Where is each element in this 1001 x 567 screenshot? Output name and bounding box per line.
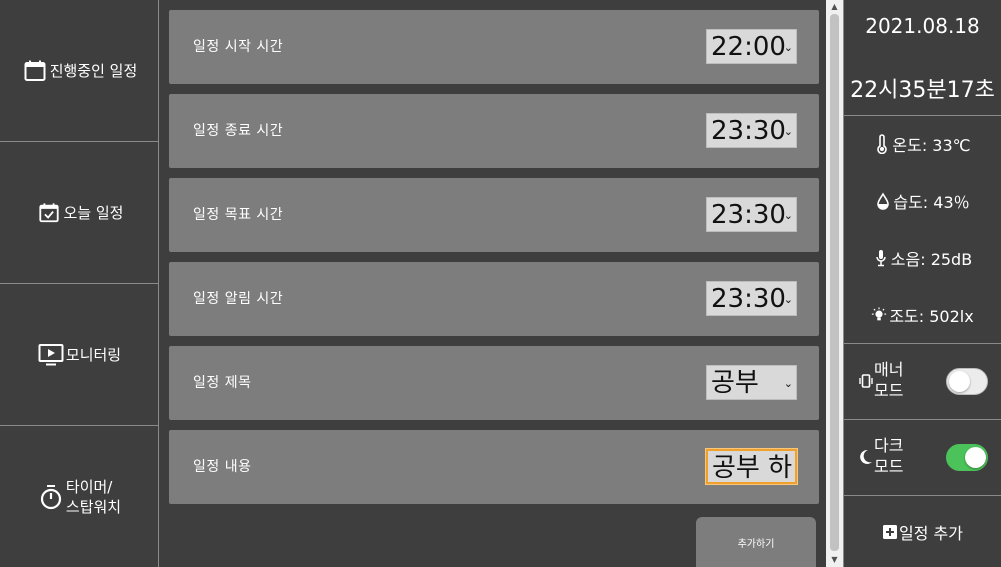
monitor-play-icon [38,342,64,368]
scroll-up-icon[interactable]: ▲ [826,0,843,14]
illuminance-reading: 조도: 502lx [844,301,1001,329]
lightbulb-icon [871,305,887,325]
add-schedule-label: 일정 추가 [899,523,963,543]
vibrate-icon [858,371,874,391]
field-label: 일정 제목 [193,375,252,391]
sidebar-item-monitoring[interactable]: 모니터링 [0,284,159,426]
sidebar-item-ongoing-schedule[interactable]: 진행중인 일정 [0,0,159,142]
title-select[interactable]: 공부 ⌄ [706,365,797,400]
select-value: 공부 [711,368,759,398]
schedule-form: 일정 시작 시간 22:00 ⌄ 일정 종료 시간 23:30 ⌄ 일정 목표 … [160,0,826,567]
divider [844,115,1001,116]
toggle-knob [965,447,986,468]
form-row-end-time: 일정 종료 시간 23:30 ⌄ [169,94,819,168]
field-label: 일정 목표 시간 [193,207,284,223]
current-date: 2021.08.18 [865,14,980,38]
status-panel: 2021.08.18 22시35분17초 온도: 33℃ 습도: 43％ 소음:… [843,0,1001,567]
start-time-select[interactable]: 22:00 ⌄ [706,29,797,64]
select-value: 23:30 [711,284,786,314]
select-value: 공부 하 [712,453,793,483]
chevron-down-icon: ⌄ [783,209,793,222]
add-button[interactable]: 추가하기 [696,517,816,567]
manner-mode-label: 매너 [874,360,904,379]
alarm-time-select[interactable]: 23:30 ⌄ [706,281,797,316]
chevron-down-icon: ⌄ [783,41,793,54]
sidebar-item-label: 모니터링 [65,345,122,364]
sidebar-item-timer-stopwatch[interactable]: 타이머/ 스탑워치 [0,426,159,567]
field-label: 일정 내용 [193,459,252,475]
form-row-goal-time: 일정 목표 시간 23:30 ⌄ [169,178,819,252]
scrollbar-thumb[interactable] [830,14,839,551]
droplet-icon [875,191,891,211]
goal-time-select[interactable]: 23:30 ⌄ [706,197,797,232]
sidebar-item-today-schedule[interactable]: 오늘 일정 [0,142,159,284]
dark-mode-label: 다크 [874,436,904,455]
form-row-title: 일정 제목 공부 ⌄ [169,346,819,420]
sidebar-item-label: 스탑워치 [65,497,122,516]
select-value: 23:30 [711,200,786,230]
add-schedule-button[interactable]: 일정 추가 [844,496,1001,567]
select-value: 23:30 [711,116,786,146]
sidebar: 진행중인 일정 오늘 일정 모니터링 타이머/ 스탑워치 [0,0,159,567]
dark-mode-row: 다크 모드 [844,420,1001,494]
chevron-down-icon: ⌄ [783,293,793,306]
humidity-reading: 습도: 43％ [844,187,1001,215]
form-row-start-time: 일정 시작 시간 22:00 ⌄ [169,10,819,84]
dark-mode-toggle[interactable] [946,444,988,471]
field-label: 일정 시작 시간 [193,39,284,55]
plus-square-icon [882,524,898,540]
field-label: 일정 종료 시간 [193,123,284,139]
temperature-reading: 온도: 33℃ [844,130,1001,158]
toggle-knob [949,371,970,392]
calendar-icon [22,58,48,84]
chevron-down-icon: ⌄ [783,377,793,390]
select-value: 22:00 [711,32,786,62]
microphone-icon [873,248,889,268]
form-row-alarm-time: 일정 알림 시간 23:30 ⌄ [169,262,819,336]
form-row-content: 일정 내용 공부 하 [169,430,819,504]
calendar-check-icon [36,200,62,226]
dark-mode-label: 모드 [874,457,904,476]
manner-mode-row: 매너 모드 [844,344,1001,418]
sidebar-item-label: 오늘 일정 [63,203,124,222]
scrollbar[interactable]: ▲ ▼ [826,0,843,567]
noise-reading: 소음: 25dB [844,244,1001,272]
stopwatch-icon [38,484,64,510]
chevron-down-icon: ⌄ [783,125,793,138]
thermometer-icon [874,134,890,154]
field-label: 일정 알림 시간 [193,291,284,307]
scroll-down-icon[interactable]: ▼ [826,553,843,567]
manner-mode-toggle[interactable] [946,368,988,395]
end-time-select[interactable]: 23:30 ⌄ [706,113,797,148]
moon-icon [858,447,874,467]
sidebar-item-label: 진행중인 일정 [49,61,138,80]
manner-mode-label: 모드 [874,381,904,400]
current-time: 22시35분17초 [850,78,995,103]
content-select[interactable]: 공부 하 [706,449,797,484]
sidebar-item-label: 타이머/ [65,477,113,496]
